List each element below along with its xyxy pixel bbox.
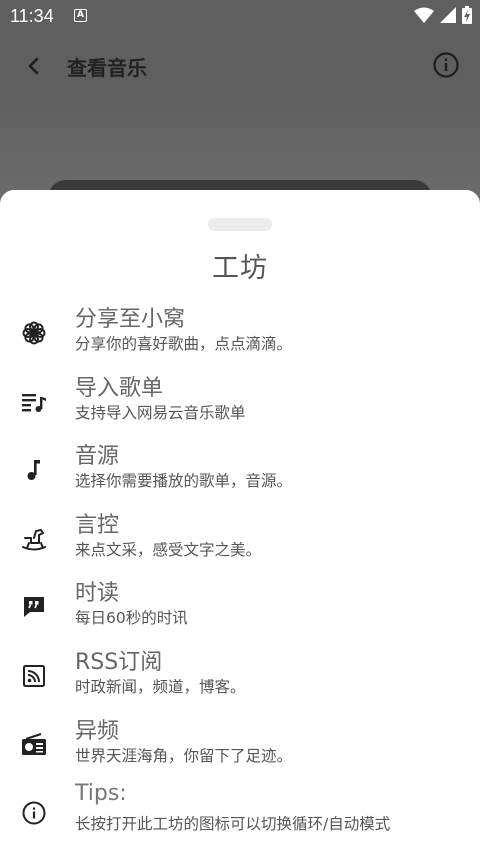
arrow-back-icon[interactable]: [20, 52, 48, 80]
item-subtitle: 支持导入网易云音乐歌单: [75, 403, 246, 422]
list-item-source[interactable]: 音源 选择你需要播放的歌单，音源。: [0, 435, 480, 504]
list-item-import-playlist[interactable]: 导入歌单 支持导入网易云音乐歌单: [0, 367, 480, 436]
status-icons: [414, 6, 472, 24]
flower-icon: [21, 320, 47, 346]
item-title: Tips:: [75, 781, 127, 807]
list-item-tips[interactable]: Tips: 长按打开此工坊的图标可以切换循环/自动模式: [0, 778, 480, 847]
signal-icon: [440, 7, 456, 23]
item-subtitle: 长按打开此工坊的图标可以切换循环/自动模式: [75, 815, 391, 834]
wifi-icon: [414, 7, 434, 23]
info-icon[interactable]: [432, 51, 460, 79]
rss-feed-icon: [21, 663, 47, 689]
item-title: 导入歌单: [75, 375, 164, 401]
list-item-yankong[interactable]: 言控 来点文采，感受文字之美。: [0, 504, 480, 573]
app-bar: 查看音乐: [0, 32, 480, 100]
item-subtitle: 来点文采，感受文字之美。: [75, 540, 262, 559]
status-time: 11:34: [10, 6, 54, 26]
item-title: 时读: [75, 581, 120, 607]
music-note-icon: [21, 457, 47, 483]
page-title: 查看音乐: [67, 56, 147, 80]
item-subtitle: 选择你需要播放的歌单，音源。: [75, 472, 293, 491]
item-subtitle: 世界天涯海角，你留下了足迹。: [75, 746, 293, 765]
battery-charging-icon: [462, 6, 472, 24]
info-outline-icon: [21, 800, 47, 826]
quote-chat-icon: [21, 594, 47, 620]
item-subtitle: 每日60秒的时讯: [75, 609, 188, 628]
status-bar: 11:34 A: [0, 0, 480, 32]
item-title: 分享至小窝: [75, 307, 186, 332]
item-subtitle: 时政新闻，频道，博客。: [75, 677, 246, 696]
workshop-bottom-sheet: 工坊 分享至小窝 分享你的喜好歌曲，点点滴滴。 导入歌单 支持导入网易云音乐歌单…: [0, 190, 480, 853]
item-title: 异频: [75, 718, 120, 744]
playlist-add-icon: [21, 389, 47, 415]
item-title: 音源: [75, 444, 120, 470]
radio-icon: [21, 732, 47, 758]
item-title: 言控: [75, 512, 120, 538]
list-item-yipin[interactable]: 异频 世界天涯海角，你留下了足迹。: [0, 710, 480, 779]
item-title: RSS订阅: [75, 649, 163, 675]
sheet-title: 工坊: [212, 253, 268, 284]
list-item-shidu[interactable]: 时读 每日60秒的时讯: [0, 572, 480, 641]
item-subtitle: 分享你的喜好歌曲，点点滴滴。: [75, 335, 293, 353]
drag-handle[interactable]: [208, 218, 272, 231]
list-item-rss[interactable]: RSS订阅 时政新闻，频道，博客。: [0, 641, 480, 710]
notification-badge: A: [74, 9, 87, 22]
rocking-horse-icon: [21, 526, 47, 552]
workshop-list: 分享至小窝 分享你的喜好歌曲，点点滴滴。 导入歌单 支持导入网易云音乐歌单 音源…: [0, 298, 480, 847]
list-item-share[interactable]: 分享至小窝 分享你的喜好歌曲，点点滴滴。: [0, 298, 480, 367]
